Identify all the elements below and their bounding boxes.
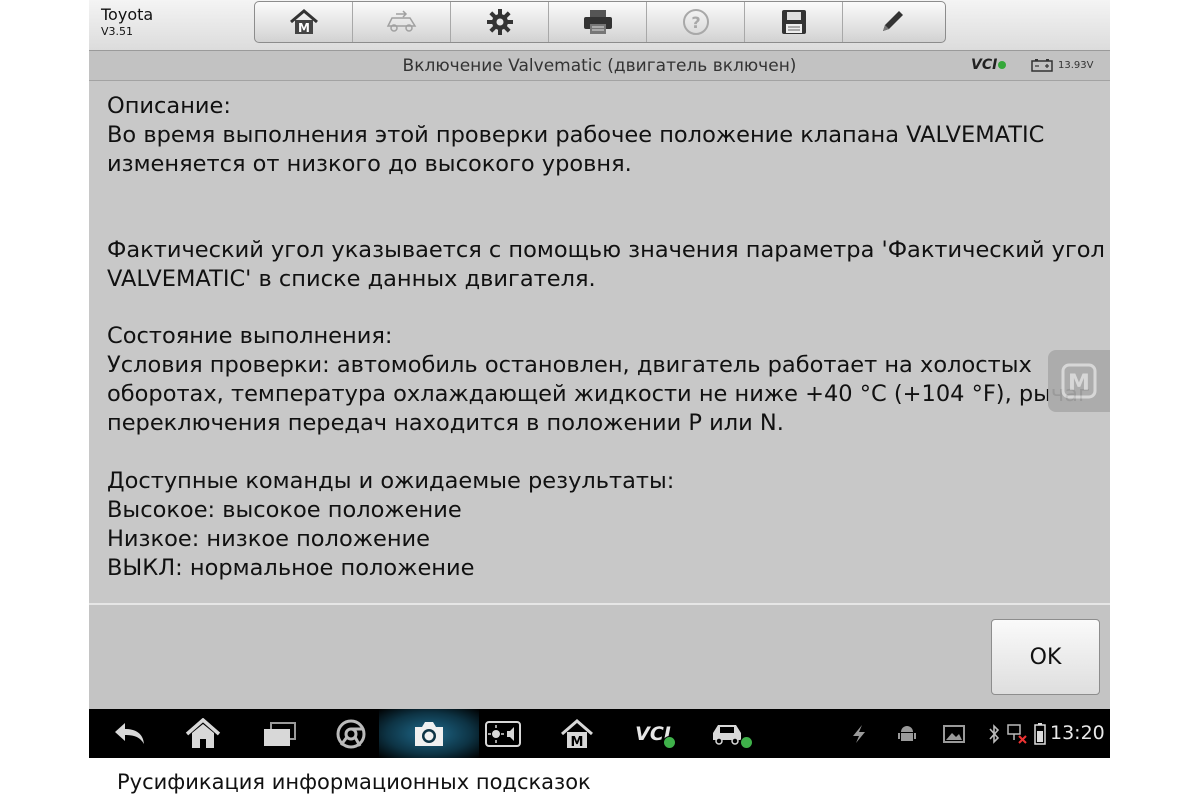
system-clock: 13:20 (1050, 722, 1105, 744)
lightning-icon (853, 724, 865, 743)
chrome-button[interactable] (329, 709, 373, 758)
description-line: Описание: (107, 93, 231, 119)
android-debug-indicator (895, 709, 919, 758)
settings-button[interactable] (451, 2, 549, 42)
vci-connected-icon (998, 61, 1007, 69)
tablet-screen: Toyota V3.51 M ? Включение Valvematic (д… (89, 0, 1110, 758)
svg-text:?: ? (691, 13, 700, 32)
brightness-volume-icon (485, 720, 521, 747)
main-toolbar: M ? (254, 1, 946, 43)
description-line: VALVEMATIC' в списке данных двигателя. (107, 266, 596, 292)
description-line: Фактический угол указывается с помощью з… (107, 237, 1105, 263)
display-settings-button[interactable] (481, 709, 525, 758)
help-button[interactable]: ? (647, 2, 745, 42)
description-line: ВЫКЛ: нормальное положение (107, 555, 475, 581)
description-line: Состояние выполнения: (107, 323, 393, 349)
floating-home-button[interactable]: M (1048, 350, 1110, 412)
vehicle-connected-icon (740, 736, 753, 749)
screenshot-camera-button[interactable] (407, 709, 451, 758)
description-line: переключения передач находится в положен… (107, 410, 784, 436)
back-button[interactable] (107, 709, 151, 758)
charging-indicator (847, 709, 871, 758)
network-indicator (1005, 709, 1029, 758)
recent-apps-button[interactable] (257, 709, 301, 758)
android-icon (898, 725, 916, 741)
description-line: Низкое: низкое положение (107, 526, 430, 552)
vehicle-make: Toyota (101, 5, 154, 24)
vehicle-swap-button[interactable] (353, 2, 451, 42)
maxisys-home-button[interactable]: M (555, 709, 599, 758)
home-m-icon: M (289, 9, 318, 35)
house-icon (185, 717, 221, 748)
action-area: OK (89, 605, 1110, 709)
description-line: Высокое: высокое положение (107, 497, 462, 523)
top-bar: Toyota V3.51 M ? (89, 0, 1110, 51)
network-disconnected-icon (1007, 723, 1027, 744)
description-line: Во время выполнения этой проверки рабоче… (107, 122, 1045, 148)
back-arrow-icon (115, 722, 144, 744)
save-button[interactable] (745, 2, 843, 42)
vci-manager-button[interactable]: VCI (625, 709, 681, 758)
pencil-icon (883, 11, 903, 31)
system-navigation-bar: M VCI 13:20 (89, 709, 1110, 758)
ok-button[interactable]: OK (991, 619, 1100, 695)
vehicle-brand: Toyota V3.51 (101, 5, 153, 40)
home-nav-button[interactable] (181, 709, 225, 758)
battery-voltage: 13.93V (1058, 60, 1094, 71)
vci-label: VCI (971, 57, 998, 73)
help-icon: ? (682, 9, 709, 35)
svg-text:M: M (298, 21, 310, 35)
bluetooth-indicator (986, 709, 1002, 758)
m-logo-icon: M (1061, 363, 1097, 399)
battery-indicator (1033, 709, 1047, 758)
description-line: оборотах, температура охлаждающей жидкос… (107, 381, 1090, 407)
vci-connected-icon (663, 736, 676, 749)
print-button[interactable] (549, 2, 647, 42)
svg-text:M: M (571, 735, 584, 749)
edit-button[interactable] (843, 2, 941, 42)
printer-icon (583, 10, 612, 34)
bluetooth-icon (989, 723, 1000, 744)
gallery-indicator (941, 709, 967, 758)
description-line: изменяется от низкого до высокого уровня… (107, 151, 632, 177)
chrome-icon (336, 719, 366, 748)
camera-icon (415, 721, 443, 746)
save-icon (781, 10, 806, 34)
home-m-icon: M (561, 718, 593, 749)
recent-apps-icon (264, 721, 296, 746)
svg-text:M: M (1068, 371, 1090, 396)
home-button[interactable]: M (255, 2, 353, 42)
battery-icon (1031, 59, 1053, 72)
vehicle-swap-icon (386, 10, 416, 32)
battery-status-icon (1034, 722, 1046, 745)
gear-icon (486, 9, 513, 35)
description-line: Условия проверки: автомобиль остановлен,… (107, 352, 1032, 378)
image-icon (943, 724, 965, 743)
vci-status: VCI (971, 57, 1007, 73)
software-version: V3.51 (101, 25, 134, 38)
image-caption: Русификация информационных подсказок (117, 770, 591, 794)
description-panel: Описание: Во время выполнения этой прове… (89, 81, 1110, 603)
description-line: Доступные команды и ожидаемые результаты… (107, 468, 675, 494)
title-bar: Включение Valvematic (двигатель включен)… (89, 51, 1110, 81)
vehicle-button[interactable] (704, 709, 754, 758)
page-title: Включение Valvematic (двигатель включен) (402, 56, 797, 76)
